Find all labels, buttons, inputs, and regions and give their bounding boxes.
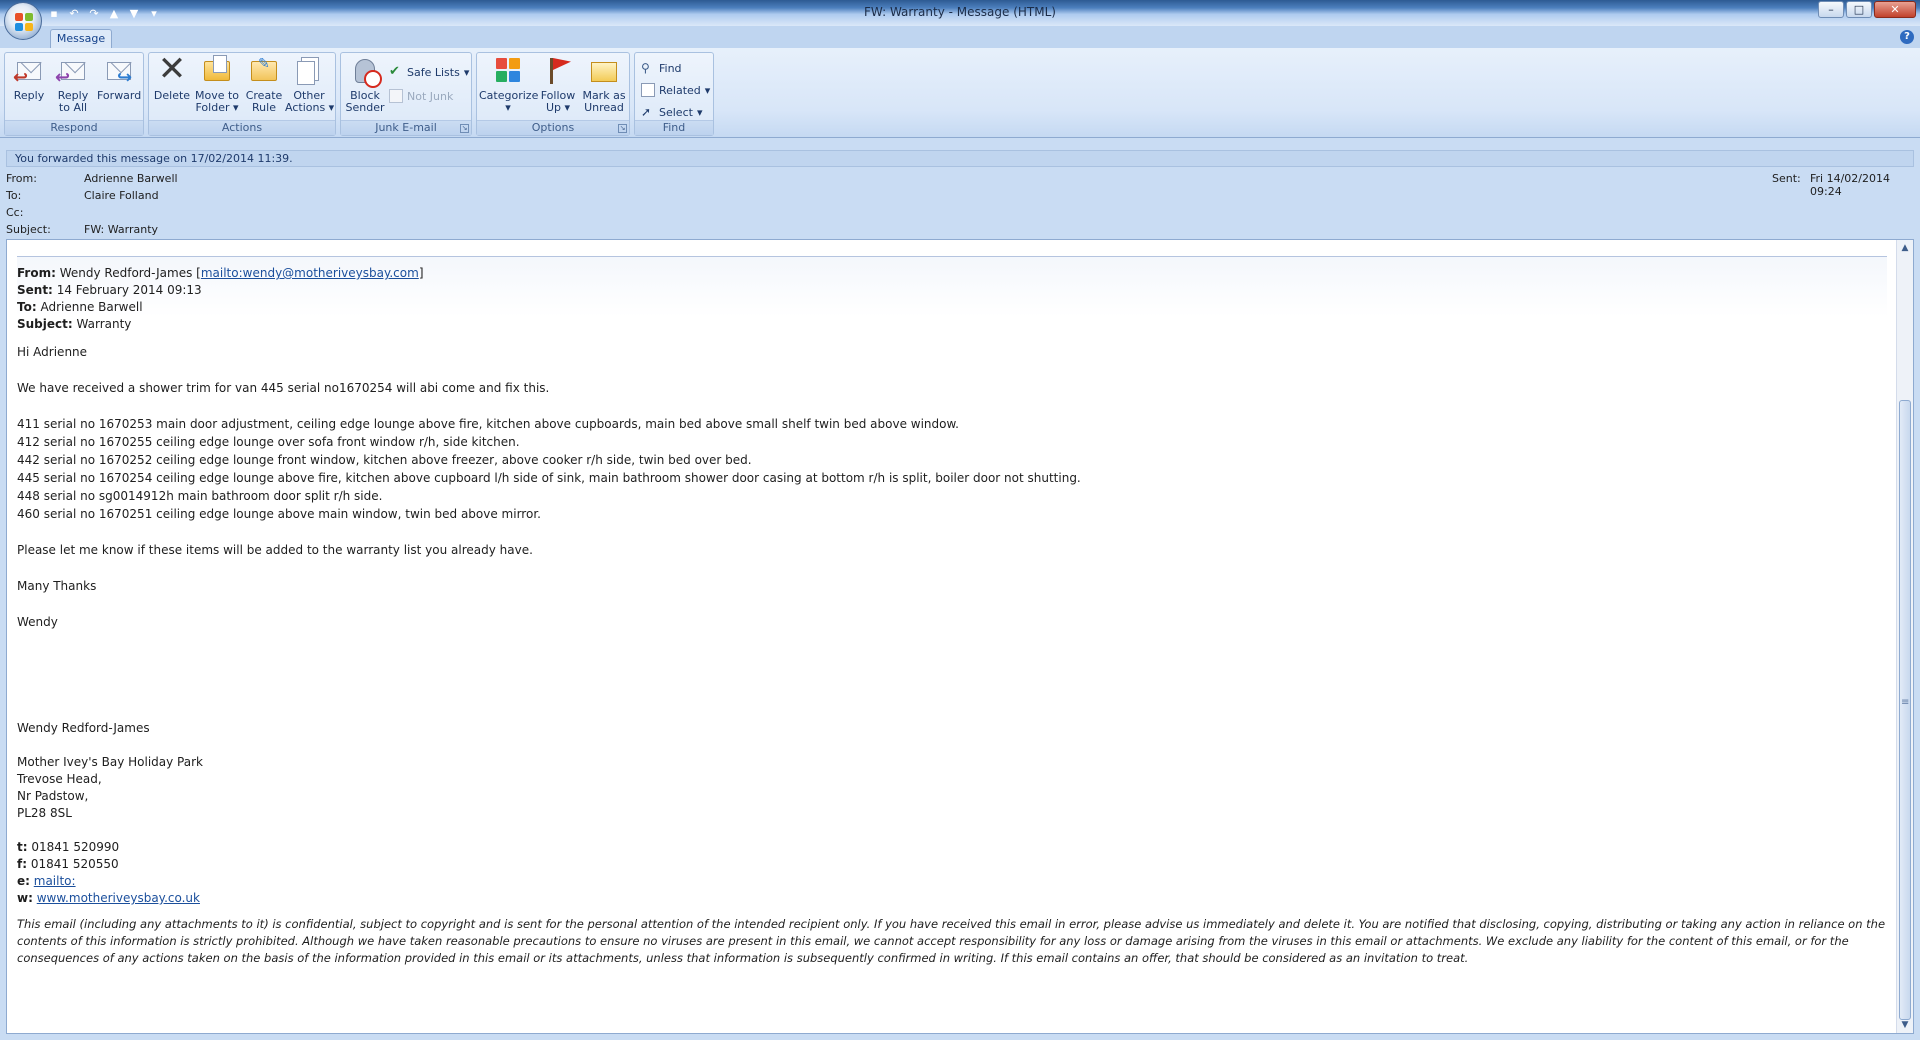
vertical-scrollbar[interactable]: ▲ ▼ [1896,240,1913,1033]
group-respond: ↩ Reply ↩ Reply to All ↪ Forward Respond [4,52,144,136]
from-label: From: [6,172,37,185]
move-to-folder-button[interactable]: Move to Folder ▾ [193,55,241,119]
reply-all-button[interactable]: ↩ Reply to All [53,55,93,119]
group-junk-email: Block Sender ✔ Safe Lists ▾ Not Junk Junk… [340,52,472,136]
signature-address-1: Trevose Head, [17,772,102,786]
list-item: 460 serial no 1670251 ceiling edge loung… [17,507,541,521]
email-link[interactable]: mailto: [34,874,76,888]
forward-icon: ↪ [103,55,135,87]
block-sender-icon [349,55,382,88]
group-label-actions: Actions [149,120,335,135]
greeting: Hi Adrienne [17,345,88,359]
junk-email-launcher[interactable]: ↘ [460,124,469,133]
group-find: ⚲ Find Related ▾ ➚ Select ▾ Find [634,52,714,136]
title-bar: ▪ ↶ ↷ ▲ ▼ ▾ FW: Warranty - Message (HTML… [0,0,1920,26]
create-rule-button[interactable]: ✎ Create Rule [243,55,285,119]
signature-fax: f: 01841 520550 [17,857,119,871]
group-label-junk-email: Junk E-mail [341,120,471,135]
not-junk-icon [389,89,403,103]
rule-icon: ✎ [248,55,280,87]
help-icon[interactable]: ? [1900,30,1914,44]
group-label-find: Find [635,120,713,135]
signature-address-2: Nr Padstow, [17,789,89,803]
delete-icon: ✕ [157,49,187,89]
tab-message[interactable]: Message [50,29,112,49]
disclaimer: This email (including any attachments to… [17,917,1886,965]
reply-button[interactable]: ↩ Reply [11,55,47,119]
ribbon-tabs: Message ? [0,26,1920,49]
from-value[interactable]: Adrienne Barwell [84,172,178,185]
related-button[interactable]: Related ▾ [641,81,710,99]
website-link[interactable]: www.motheriveysbay.co.uk [37,891,200,905]
scroll-up-icon[interactable]: ▲ [1899,242,1911,254]
signature-company: Mother Ivey's Bay Holiday Park [17,755,203,769]
mark-as-unread-button[interactable]: Mark as Unread [581,55,627,119]
office-logo-icon [15,13,33,31]
not-junk-button[interactable]: Not Junk [389,87,453,105]
mailto-link[interactable]: mailto:wendy@motheriveysbay.com [201,266,419,280]
scroll-down-icon[interactable]: ▼ [1899,1019,1911,1031]
unread-envelope-icon [588,55,620,87]
sent-label: Sent: [1772,172,1801,185]
close-button[interactable]: ✕ [1874,1,1916,18]
categorize-icon [492,55,524,87]
other-actions-button[interactable]: Other Actions ▾ [285,55,334,119]
sent-value: Fri 14/02/2014 09:24 [1810,172,1891,198]
request-paragraph: Please let me know if these items will b… [17,543,533,557]
safe-lists-icon: ✔ [389,64,400,79]
list-item: 411 serial no 1670253 main door adjustme… [17,417,959,431]
binoculars-icon: ⚲ [641,61,650,75]
signature-name: Wendy Redford-James [17,721,150,735]
other-actions-icon [293,55,325,87]
window-controls: – □ ✕ [1818,1,1916,18]
group-actions: ✕ Delete Move to Folder ▾ ✎ Create Rule … [148,49,336,136]
group-label-respond: Respond [5,120,143,135]
subject-value: FW: Warranty [84,223,159,236]
group-options: Categorize ▾ Follow Up ▾ Mark as Unread … [476,52,630,136]
folder-icon [201,55,233,87]
list-item: 448 serial no sg0014912h main bathroom d… [17,489,383,503]
flag-icon [542,55,574,87]
signoff: Wendy [17,615,58,629]
scroll-thumb[interactable] [1899,400,1911,1020]
related-icon [641,83,655,97]
forwarded-header: From: Wendy Redford-James [mailto:wendy@… [17,256,1887,333]
cc-label: Cc: [6,206,24,219]
ribbon: ↩ Reply ↩ Reply to All ↪ Forward Respond… [0,48,1920,138]
to-label: To: [6,189,22,202]
list-item: 442 serial no 1670252 ceiling edge loung… [17,453,752,467]
signature-address-3: PL28 8SL [17,806,72,820]
minimize-button[interactable]: – [1818,1,1844,18]
reply-all-icon: ↩ [55,55,89,87]
maximize-button[interactable]: □ [1846,1,1872,18]
block-sender-button[interactable]: Block Sender [345,55,385,119]
intro-paragraph: We have received a shower trim for van 4… [17,381,550,395]
forward-button[interactable]: ↪ Forward [97,55,141,119]
list-item: 445 serial no 1670254 ceiling edge loung… [17,471,1081,485]
thanks: Many Thanks [17,579,97,593]
subject-label: Subject: [6,223,51,236]
select-button[interactable]: ➚ Select ▾ [641,103,702,121]
signature-email: e: mailto: [17,874,76,888]
signature-phone: t: 01841 520990 [17,840,120,854]
reply-icon: ↩ [13,55,45,87]
follow-up-button[interactable]: Follow Up ▾ [537,55,579,119]
list-item: 412 serial no 1670255 ceiling edge loung… [17,435,520,449]
message-content: From: Wendy Redford-James [mailto:wendy@… [17,256,1887,967]
info-bar[interactable]: You forwarded this message on 17/02/2014… [6,150,1914,167]
find-button[interactable]: ⚲ Find [641,59,682,77]
office-button[interactable] [4,2,42,40]
cursor-icon: ➚ [641,105,652,119]
message-body[interactable]: From: Wendy Redford-James [mailto:wendy@… [6,239,1914,1034]
options-launcher[interactable]: ↘ [618,124,627,133]
to-value[interactable]: Claire Folland [84,189,159,202]
delete-button[interactable]: ✕ Delete [153,49,191,119]
group-label-options: Options [477,120,629,135]
safe-lists-button[interactable]: ✔ Safe Lists ▾ [389,63,469,81]
categorize-button[interactable]: Categorize ▾ [479,55,538,119]
signature-website: w: www.motheriveysbay.co.uk [17,891,200,905]
window-title: FW: Warranty - Message (HTML) [864,5,1056,19]
